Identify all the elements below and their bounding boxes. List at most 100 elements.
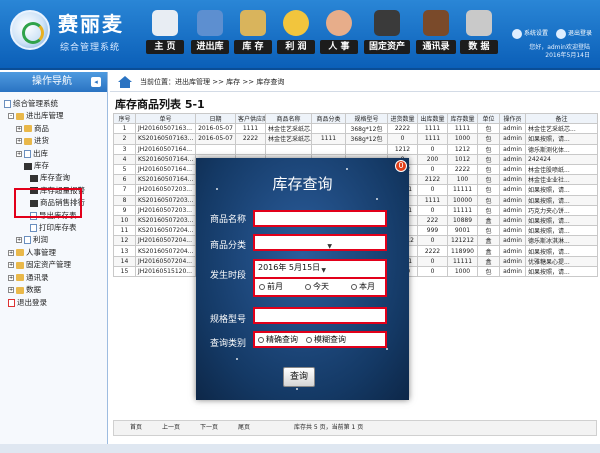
table-cell: admin [499,133,526,145]
nav-label: 利 润 [277,40,315,54]
settings-link[interactable]: 系统设置 [512,28,548,39]
table-cell: JH20160507203... [135,184,196,196]
tree-item-data[interactable]: + 数据 [4,284,107,296]
brand-subtitle: 综合管理系统 [60,43,121,53]
power-icon [555,28,566,39]
category-select[interactable]: ▼ [256,237,335,250]
pager-prev[interactable]: 上一页 [162,421,180,435]
profit-icon [283,10,309,36]
tree-item-contacts[interactable]: + 通讯录 [4,272,107,284]
tree-item-print-inventory[interactable]: 打印库存表 [4,222,107,234]
table-cell: admin [499,184,526,196]
table-cell: admin [499,143,526,155]
table-cell: 14 [113,255,136,267]
app-header: 赛丽麦 综合管理系统 主 页 进出库 库 存 利 润 人 事 固定资产 通讯录 … [0,0,600,70]
nav-contacts[interactable]: 通讯录 [416,10,456,66]
profit-icon [24,236,31,245]
tree-root[interactable]: 综合管理系统 [4,98,107,110]
spec-input[interactable] [256,310,384,321]
date-picker[interactable]: 2016年 5月15日 ▼ [256,262,329,275]
table-cell: 9 [113,204,136,216]
table-cell: 盒 [477,214,500,227]
radio-this-month[interactable]: 本月 [351,281,375,293]
table-cell: admin [499,265,526,278]
table-cell: KS20160507164... [135,174,196,186]
table-cell: 1012 [447,153,478,165]
nav-inventory[interactable]: 库 存 [234,10,272,66]
table-cell: 1000 [447,133,478,145]
radio-label: 本月 [359,282,375,291]
home-icon[interactable] [118,76,132,88]
tree-item-stock-io[interactable]: - 进出库管理 [4,110,107,122]
table-cell: 0 [417,184,448,196]
tree-item-logout[interactable]: 退出登录 [4,297,107,309]
table-cell: 如果按照，请... [525,265,598,278]
star-dot [376,198,378,200]
table-cell: 1111 [417,123,448,135]
radio-last-month[interactable]: 前月 [259,281,283,293]
table-cell: 0 [417,163,448,176]
tree-item-fixed-assets[interactable]: + 固定资产管理 [4,259,107,271]
pager-first[interactable]: 首页 [130,421,142,435]
nav-stock-io[interactable]: 进出库 [191,10,229,66]
category-box: ▼ [253,234,387,251]
collapse-icon[interactable]: ◂ [91,77,101,87]
nav-home[interactable]: 主 页 [146,10,184,66]
plus-icon: + [16,150,22,157]
table-cell: 优雅糖果心提... [525,255,598,267]
name-label: 商品名称 [210,215,247,225]
tree-item-inventory-query[interactable]: 库存查询 [4,172,107,184]
tree-item-inventory[interactable]: 库存 [4,160,107,172]
nav-personnel[interactable]: 人 事 [320,10,358,66]
table-cell: JH20160515120... [135,265,196,278]
table-cell: 1212 [447,143,478,155]
table-cell: 242424 [525,153,598,165]
table-cell: 1111 [447,123,478,135]
column-header: 出库数量 [417,112,448,125]
product-name-input[interactable] [256,213,384,224]
data-icon [466,10,492,36]
pager-last[interactable]: 尾页 [238,421,250,435]
radio-icon [259,283,265,290]
column-header: 单号 [135,112,196,125]
logout-link[interactable]: 退出登录 [555,28,592,39]
table-row[interactable]: 1 JH20160507163... 2016-05-07 1111 林金佳艺采纸芯..… [113,123,598,135]
column-header: 单位 [477,112,500,125]
pager-next[interactable]: 下一页 [200,421,218,435]
minus-icon: - [8,113,14,120]
radio-today[interactable]: 今天 [305,281,329,293]
tree-item-goods[interactable]: + 商品 [4,123,107,135]
tree-item-personnel[interactable]: + 人事管理 [4,247,107,259]
table-cell [265,143,312,155]
table-row[interactable]: 3 JH20160507164... 1212 0 1212 包 admin 德乐斯测化体..… [113,143,598,155]
nav-data[interactable]: 数 据 [460,10,498,66]
table-cell: 包 [477,153,500,165]
tree-item-outbound[interactable]: + 出库 [4,148,107,160]
nav-fixed-assets[interactable]: 固定资产 [364,10,410,66]
table-cell: 林金佳艺采纸芯... [265,133,312,145]
radio-label: 精确查询 [266,335,298,344]
dialog-title: 库存查询 [272,175,333,193]
category-label: 商品分类 [210,241,247,251]
radio-fuzzy[interactable]: 模糊查询 [306,334,346,346]
highlight-box [14,188,82,218]
radio-exact[interactable]: 精确查询 [258,334,298,346]
star-dot [386,348,388,350]
nav-profit[interactable]: 利 润 [277,10,315,66]
logout-icon [8,298,15,307]
tree-item-purchase[interactable]: + 进货 [4,135,107,147]
query-button[interactable]: 查询 [283,367,315,387]
date-label: 发生时段 [210,271,247,281]
table-cell [345,143,388,155]
table-cell: 盒 [477,235,500,247]
radio-icon [305,283,311,290]
table-cell: 4 [113,153,136,165]
close-button[interactable]: 0 [395,160,407,172]
table-row[interactable]: 2 KS20160507163... 2016-05-07 2222 林金佳艺采纸芯..… [113,133,598,145]
plus-icon: + [8,249,14,256]
table-cell: 林金佳股喷纸... [525,163,598,176]
tree-label: 通讯录 [26,272,49,282]
tree-label: 人事管理 [26,247,56,257]
tree-item-profit[interactable]: + 利润 [4,234,107,246]
column-header: 备注 [525,112,598,125]
